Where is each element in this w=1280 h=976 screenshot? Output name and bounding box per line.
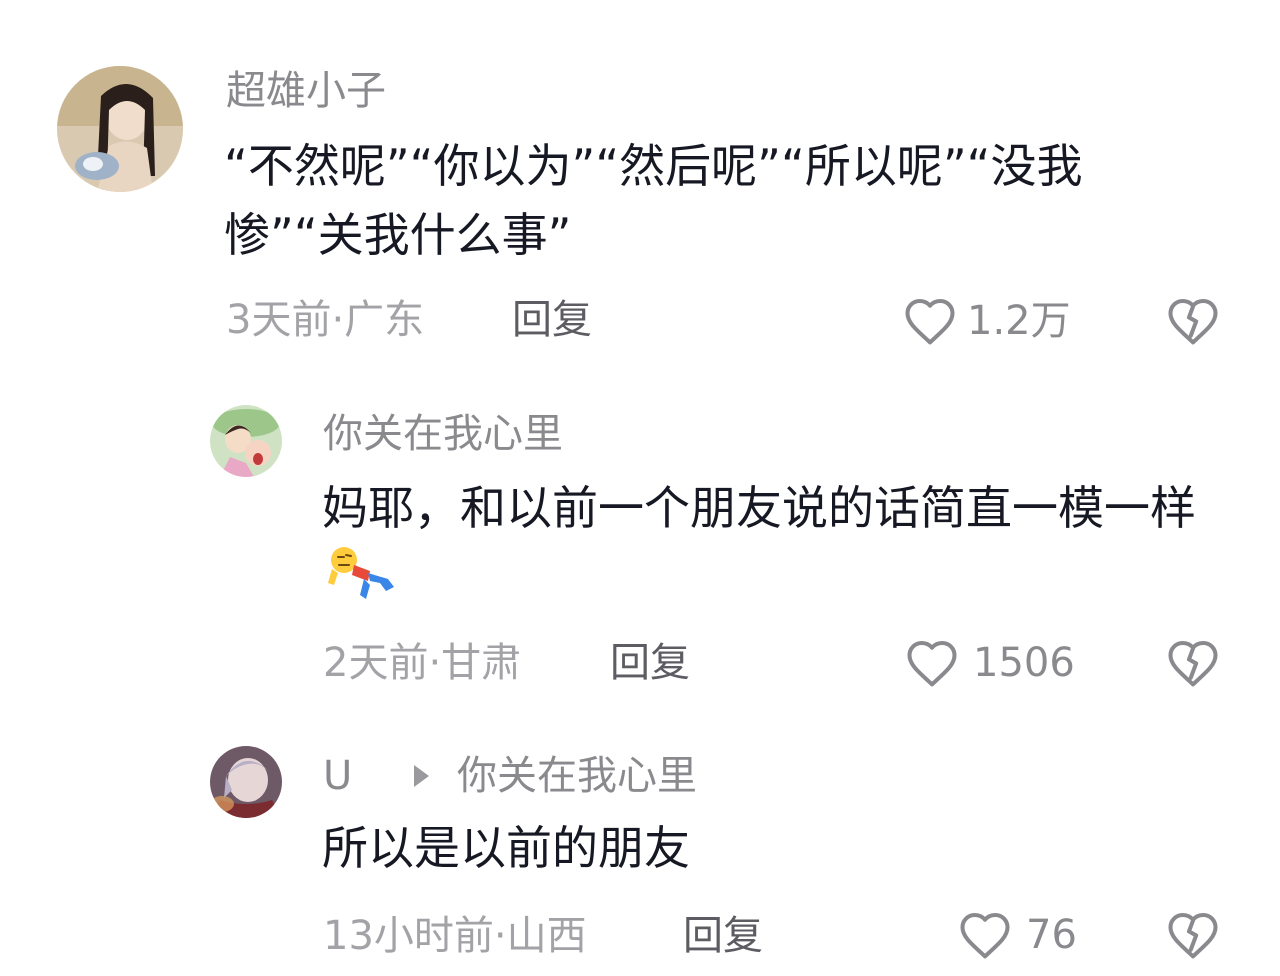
triangle-right-icon: [414, 765, 429, 787]
comment-2: 你关在我心里 妈耶，和以前一个朋友说的话简直一模一样 2天前·甘肃 回复 150…: [0, 360, 1280, 720]
reply-button[interactable]: 回复: [683, 916, 763, 956]
avatar-image: [57, 66, 183, 192]
comment-text: 妈耶，和以前一个朋友说的话简直一模一样: [322, 474, 1222, 612]
heart-outline-icon: [907, 640, 957, 687]
broken-heart-icon: [1168, 640, 1218, 687]
username[interactable]: U: [323, 756, 352, 796]
heart-outline-icon: [960, 912, 1010, 959]
like-count: 1506: [973, 640, 1075, 686]
like-count: 1.2万: [967, 298, 1071, 344]
avatar[interactable]: [210, 746, 282, 818]
like-count: 76: [1026, 912, 1077, 958]
broken-heart-icon: [1168, 912, 1218, 959]
heart-outline-icon: [905, 298, 955, 345]
like-button[interactable]: 76: [958, 910, 1077, 960]
dislike-button[interactable]: [1166, 910, 1220, 960]
broken-heart-icon: [1168, 298, 1218, 345]
comment-1: 超雄小子 “不然呢”“你以为”“然后呢”“所以呢”“没我惨”“关我什么事” 3天…: [0, 0, 1280, 360]
avatar-image: [210, 746, 282, 818]
time-location: 2天前·甘肃: [323, 640, 522, 686]
reply-button[interactable]: 回复: [610, 643, 690, 683]
reply-to: 你关在我心里: [414, 756, 697, 796]
dislike-button[interactable]: [1166, 638, 1220, 688]
comment-text-body: 妈耶，和以前一个朋友说的话简直一模一样: [322, 481, 1196, 535]
time-location: 3天前·广东: [226, 297, 425, 343]
like-button[interactable]: 1506: [905, 638, 1075, 688]
comment-3: U 你关在我心里 所以是以前的朋友 13小时前·山西 回复 76: [0, 720, 1280, 976]
avatar[interactable]: [210, 405, 282, 477]
like-button[interactable]: 1.2万: [903, 296, 1071, 346]
avatar-image: [210, 405, 282, 477]
username[interactable]: 超雄小子: [226, 71, 386, 111]
time-location: 13小时前·山西: [323, 913, 587, 959]
dislike-button[interactable]: [1166, 296, 1220, 346]
lying-down-person-emoji: [328, 547, 394, 599]
reply-button[interactable]: 回复: [512, 300, 592, 340]
comment-text: “不然呢”“你以为”“然后呢”“所以呢”“没我惨”“关我什么事”: [224, 139, 1083, 262]
avatar[interactable]: [57, 66, 183, 192]
comment-text: 所以是以前的朋友: [322, 821, 690, 875]
username[interactable]: 你关在我心里: [323, 414, 563, 454]
reply-to-username[interactable]: 你关在我心里: [457, 756, 697, 796]
